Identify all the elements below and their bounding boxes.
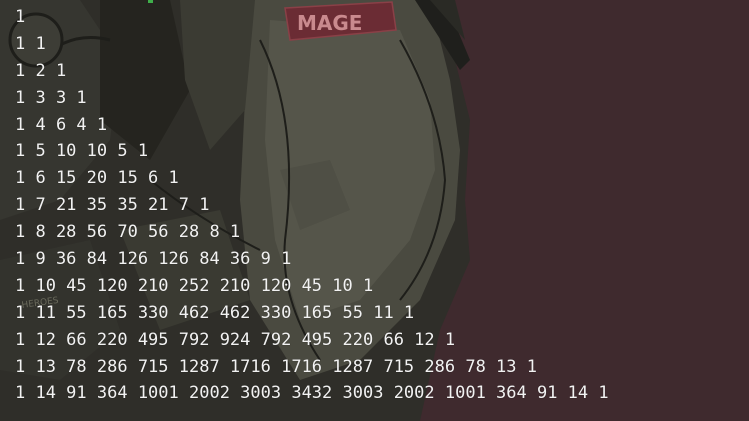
output-line: 1 (15, 7, 26, 27)
output-line: 1 13 78 286 715 1287 1716 1716 1287 715 … (15, 356, 537, 377)
output-line: 1 6 15 20 15 6 1 (15, 168, 179, 189)
output-line: 1 8 28 56 70 56 28 8 1 (15, 222, 241, 243)
output-line: 1 9 36 84 126 126 84 36 9 1 (15, 249, 292, 270)
terminal-window[interactable]: MAGE HEROES 11 11 2 11 3 3 11 4 6 4 11 5… (0, 0, 749, 421)
output-line: 1 11 55 165 330 462 462 330 165 55 11 1 (15, 302, 415, 323)
terminal-output[interactable]: 1 1 1 1 2 1 1 3 3 1 1 4 6 4 1 1 5 10 10 5 1 1 … (15, 4, 609, 407)
output-line: 1 12 66 220 495 792 924 792 495 220 66 1… (15, 329, 456, 350)
output-line: 1 10 45 120 210 252 210 120 45 10 1 (15, 275, 374, 296)
output-line: 1 4 6 4 1 (15, 114, 108, 135)
output-line: 1 5 10 10 5 1 (15, 141, 149, 162)
output-line: 1 2 1 (15, 60, 67, 81)
output-line: 1 7 21 35 35 21 7 1 (15, 195, 210, 216)
output-line: 1 1 (15, 33, 46, 54)
output-line: 1 14 91 364 1001 2002 3003 3432 3003 200… (15, 383, 609, 404)
output-line: 1 3 3 1 (15, 87, 87, 108)
